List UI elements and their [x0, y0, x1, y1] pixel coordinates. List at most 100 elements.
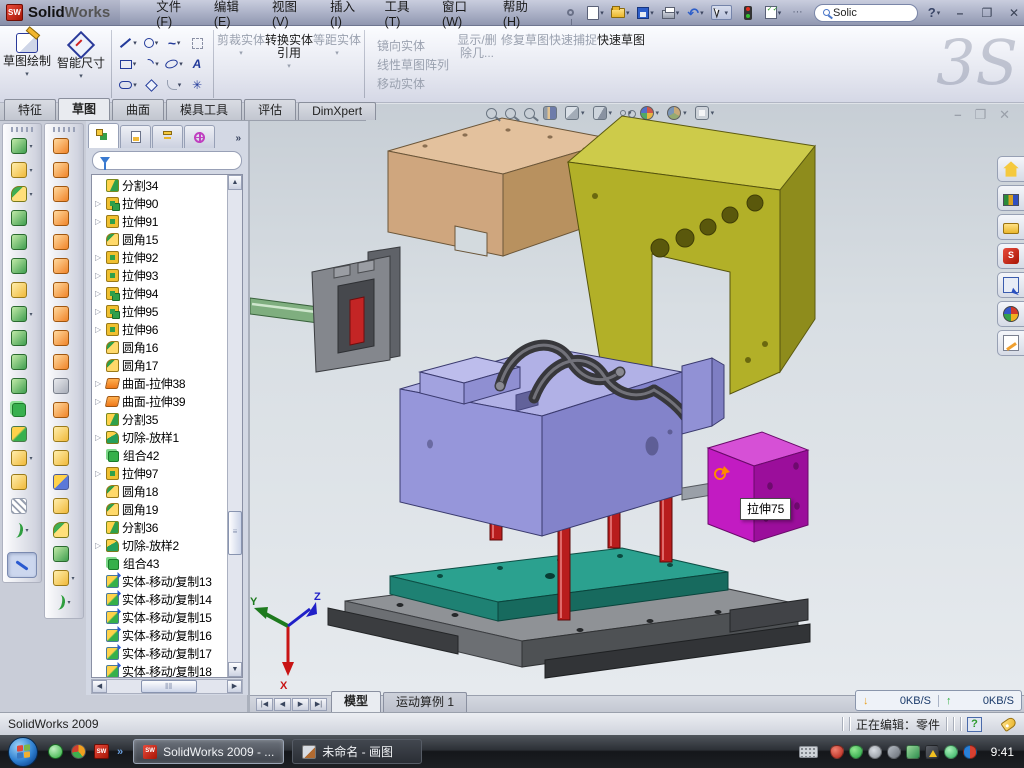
doc-restore-icon[interactable]: ❐ [974, 108, 986, 122]
polygon-icon[interactable] [140, 75, 162, 95]
scroll-up-icon[interactable]: ▲ [228, 175, 242, 190]
expand-arrow-icon[interactable]: ▷ [95, 199, 103, 208]
tree-item[interactable]: ▷ 拉伸91 [92, 212, 227, 230]
view-tool-button[interactable]: ▾ [565, 106, 585, 120]
toolbar-grip[interactable] [53, 127, 75, 132]
feature-tool-button[interactable]: ▾ [11, 422, 32, 446]
toolbar-button[interactable]: 移动实体 [372, 75, 449, 91]
tree-item[interactable]: ▷ 拉伸93 [92, 266, 227, 284]
toolbar-button[interactable]: 等距实体▾ [313, 26, 361, 102]
doc-minimize-icon[interactable]: – [954, 108, 961, 122]
view-tool-button[interactable]: ▾ [620, 109, 632, 117]
search-input[interactable]: Solic [814, 4, 918, 22]
toolbar-button[interactable]: 快速捕捉 [549, 26, 597, 102]
messenger-icon[interactable] [48, 744, 63, 759]
tray-icon[interactable] [868, 745, 882, 759]
feature-tool-button[interactable]: ▾ [11, 470, 32, 494]
document-tab[interactable]: 运动算例 1 [383, 692, 467, 712]
text-icon[interactable]: A [186, 54, 208, 74]
tree-item[interactable]: ▷ 分割34 [92, 176, 227, 194]
selection-box-icon[interactable] [186, 33, 208, 53]
quick-tips-icon[interactable]: ? [967, 717, 982, 732]
feature-tool-button[interactable]: ▾ [11, 134, 32, 158]
feature-tool-button[interactable]: ▾ [11, 350, 32, 374]
graphics-viewport[interactable]: X Y Z ▾ ▾ ▾ ▾ ▾ ▾ ▾ [250, 104, 1024, 695]
line-icon[interactable] [117, 33, 139, 53]
task-pane-tab[interactable] [997, 272, 1024, 298]
feature-tool-button[interactable]: ▾ [11, 206, 32, 230]
view-tool-button[interactable]: ▾ [505, 108, 516, 119]
tray-icon[interactable] [963, 745, 977, 759]
surface-tool-button[interactable]: ▾ [53, 182, 74, 206]
minimize-icon[interactable]: – [950, 6, 970, 20]
command-tab[interactable]: 评估 [244, 99, 296, 120]
expand-arrow-icon[interactable]: ▷ [95, 325, 103, 334]
tree-item[interactable]: ▷ 实体-移动/复制15 [92, 608, 227, 626]
surface-tool-button[interactable]: ▾ [57, 590, 70, 614]
surface-tool-button[interactable]: ▾ [53, 494, 74, 518]
model-canvas[interactable]: X Y Z [250, 104, 1024, 695]
command-tab[interactable]: 模具工具 [166, 99, 242, 120]
tree-item[interactable]: ▷ 曲面-拉伸38 [92, 374, 227, 392]
feature-tool-button[interactable]: ▾ [15, 518, 28, 542]
surface-tool-button[interactable]: ▾ [53, 446, 74, 470]
property-manager-tab[interactable] [120, 125, 151, 148]
tree-item[interactable]: ▷ 曲面-拉伸39 [92, 392, 227, 410]
surface-tool-button[interactable]: ▾ [53, 350, 74, 374]
part-olive-yoke[interactable] [568, 116, 815, 394]
scroll-down-icon[interactable]: ▼ [228, 662, 242, 677]
command-tab[interactable]: DimXpert [298, 102, 376, 120]
tray-icon[interactable] [887, 745, 901, 759]
overflow-icon[interactable]: ⋯ [789, 4, 807, 22]
view-tool-button[interactable]: ▾ [695, 106, 715, 120]
toolbar-button[interactable]: 线性草图阵列 [372, 56, 449, 72]
view-tool-button[interactable]: ▾ [524, 108, 535, 119]
taskbar-button[interactable]: 未命名 - 画图 [292, 739, 422, 764]
feature-tool-button[interactable]: ▾ [11, 302, 32, 326]
undo-button[interactable]: ↶ [686, 4, 704, 22]
task-pane-tab[interactable] [997, 185, 1024, 211]
task-pane-tab[interactable] [997, 214, 1024, 240]
part-gray-clamp[interactable] [312, 247, 400, 372]
slot-icon[interactable] [117, 75, 139, 95]
sketch-button[interactable]: 草图绘制▾ [1, 28, 53, 100]
feature-manager-tab[interactable] [88, 123, 119, 148]
surface-tool-button[interactable]: ▾ [53, 542, 74, 566]
tray-icon[interactable] [925, 745, 939, 759]
part-sub-block[interactable] [682, 358, 724, 434]
solidworks-quicklaunch-icon[interactable]: SW [94, 744, 109, 759]
surface-tool-button[interactable]: ▾ [53, 518, 74, 542]
expand-arrow-icon[interactable]: ▷ [95, 379, 103, 388]
pushpin-icon[interactable] [561, 4, 579, 22]
toolbar-button[interactable]: 快速草图 [597, 26, 645, 102]
task-pane-tab[interactable] [997, 330, 1024, 356]
menu-item[interactable]: 视图(V) [272, 0, 304, 29]
expand-arrow-icon[interactable]: ▷ [95, 271, 103, 280]
smart-dimension-button[interactable]: 智能尺寸▾ [55, 28, 107, 100]
tree-horizontal-scrollbar[interactable]: ◀ ⦀⦀ ▶ [91, 679, 243, 694]
dimxpert-manager-tab[interactable] [184, 125, 215, 148]
lights-toggle-icon[interactable] [739, 4, 757, 22]
surface-tool-button[interactable]: ▾ [53, 422, 74, 446]
tree-item[interactable]: ▷ 圆角17 [92, 356, 227, 374]
menu-item[interactable]: 窗口(W) [442, 0, 477, 29]
view-tool-button[interactable]: ▾ [667, 106, 687, 120]
spline-icon[interactable]: ~ [163, 33, 185, 53]
menu-item[interactable]: 帮助(H) [503, 0, 536, 29]
surface-tool-button[interactable]: ▾ [53, 134, 74, 158]
expand-arrow-icon[interactable]: ▷ [95, 253, 103, 262]
tree-item[interactable]: ▷ 切除-放样1 [92, 428, 227, 446]
tree-item[interactable]: ▷ 拉伸97 [92, 464, 227, 482]
command-tab[interactable]: 特征 [4, 99, 56, 120]
surface-tool-button[interactable]: ▾ [53, 374, 74, 398]
tray-icon[interactable] [906, 745, 920, 759]
select-cursor-button[interactable] [711, 5, 732, 20]
tree-item[interactable]: ▷ 拉伸96 [92, 320, 227, 338]
feature-tool-button[interactable]: ▾ [11, 446, 32, 470]
menu-item[interactable]: 文件(F) [156, 0, 188, 29]
first-tab-icon[interactable]: |◀ [256, 698, 273, 711]
command-tab[interactable]: 草图 [58, 98, 110, 120]
surface-tool-button[interactable]: ▾ [53, 326, 74, 350]
tree-vertical-scrollbar[interactable]: ▲ ≡ ▼ [227, 175, 242, 677]
tree-item[interactable]: ▷ 切除-放样2 [92, 536, 227, 554]
